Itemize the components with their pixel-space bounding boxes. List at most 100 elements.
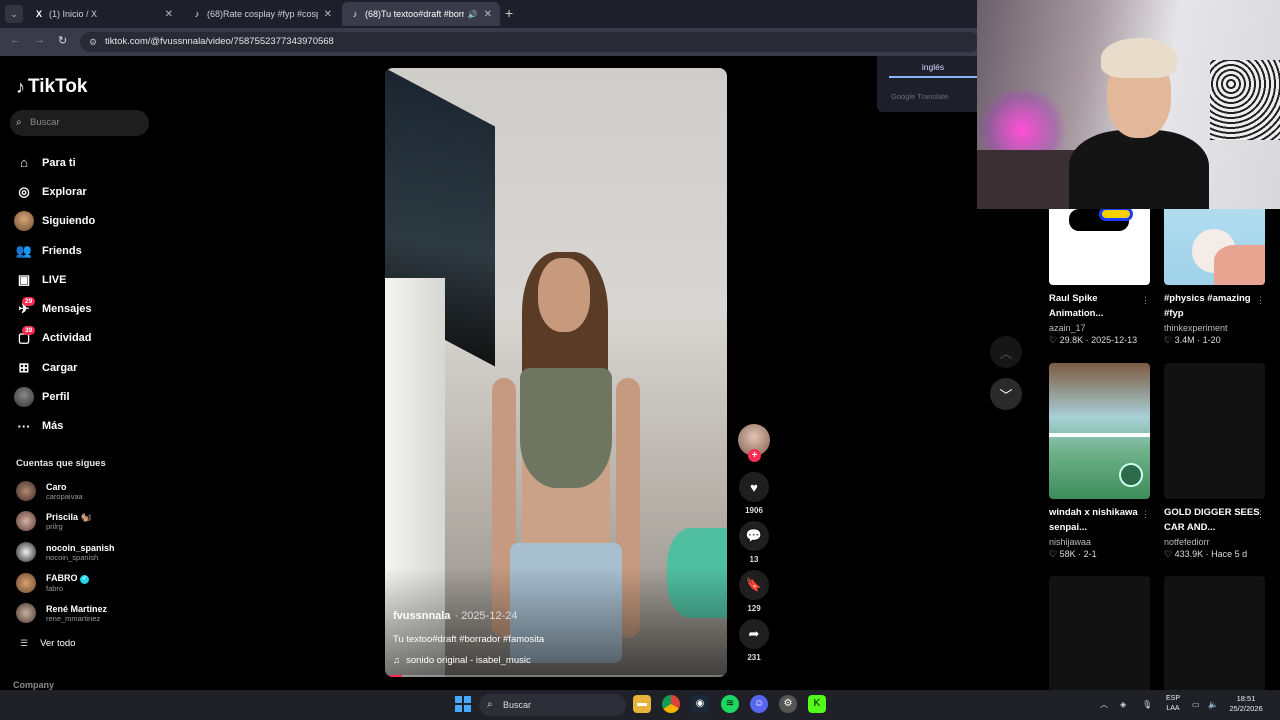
tray-chevron-icon[interactable]: ︿ — [1100, 690, 1108, 720]
close-icon[interactable]: ✕ — [165, 9, 173, 20]
recommended-card[interactable]: windah x nishikawa senpai... ⋮ nishijawa… — [1049, 363, 1150, 560]
chevron-up-icon: ︿ — [999, 345, 1013, 361]
video-progress-bar[interactable] — [385, 675, 727, 677]
share-count: 231 — [747, 653, 761, 662]
nav-item-siguiendo[interactable]: Siguiendo — [14, 207, 95, 236]
tiktok-logo[interactable]: ♪ TikTok — [16, 76, 87, 98]
search-icon: ⌕ — [16, 117, 22, 128]
video-author[interactable]: fvussnnala · 2025-12-24 — [393, 610, 517, 622]
close-icon[interactable]: ✕ — [484, 9, 492, 20]
forward-icon[interactable]: → — [34, 34, 45, 46]
following-account[interactable]: nocoin_spanish nocoin_spanish — [16, 539, 115, 565]
card-stats: ♡ 433.9K · Hace 5 d — [1164, 549, 1248, 559]
messages-badge: 29 — [22, 297, 36, 307]
previous-video-button[interactable]: ︿ — [990, 336, 1022, 368]
following-account[interactable]: Caro caropaivaa — [16, 478, 83, 504]
main-nav: ⌂ Para ti ◎ Explorar Siguiendo 👥 Friends… — [14, 148, 95, 441]
following-account[interactable]: Priscila 🐿️ prilrg — [16, 508, 92, 534]
nav-item-mas[interactable]: ··· Más — [14, 412, 95, 441]
avatar — [16, 481, 36, 501]
reload-icon[interactable]: ↻ — [58, 34, 67, 47]
card-author: thinkexperiment — [1164, 323, 1228, 333]
nav-item-perfil[interactable]: Perfil — [14, 382, 95, 411]
browser-tab-tiktok-active[interactable]: ♪ (68)Tu textoo#draft #borrad 🔊 ✕ — [342, 2, 500, 26]
close-icon[interactable]: ✕ — [324, 9, 332, 20]
speaker-icon[interactable]: 🔊 — [468, 10, 478, 19]
url-text: tiktok.com/@fvussnnala/video/75875523773… — [105, 36, 334, 47]
nav-item-friends[interactable]: 👥 Friends — [14, 236, 95, 265]
video-thumbnail[interactable] — [1049, 209, 1150, 285]
author-avatar[interactable]: + — [738, 424, 770, 462]
volume-icon[interactable]: 🔈 — [1208, 690, 1218, 720]
following-account[interactable]: René Martínez rene_mmartinez — [16, 600, 107, 626]
nav-item-live[interactable]: ▣ LIVE — [14, 265, 95, 294]
recommended-card[interactable]: #physics #amazing #fyp ⋮ thinkexperiment… — [1164, 209, 1265, 346]
nav-item-cargar[interactable]: ⊞ Cargar — [14, 353, 95, 382]
friends-icon: 👥 — [15, 242, 33, 258]
video-thumbnail[interactable] — [1164, 576, 1265, 690]
system-clock[interactable]: 18:51 25/2/2026 — [1224, 694, 1268, 714]
tiktok-note-icon: ♪ — [16, 76, 25, 97]
kick-icon[interactable]: K — [808, 695, 826, 713]
chevron-down-icon: ﹀ — [999, 387, 1013, 403]
video-thumbnail[interactable] — [1049, 363, 1150, 499]
video-description[interactable]: Tu textoo#draft #borrador #famosita — [393, 634, 544, 645]
input-language[interactable]: ESP LAA — [1164, 694, 1182, 714]
like-button[interactable]: ♥ — [739, 472, 769, 502]
taskbar-search[interactable]: ⌕ Buscar — [479, 694, 626, 716]
video-thumbnail[interactable] — [1164, 209, 1265, 285]
back-icon[interactable]: ← — [10, 34, 21, 46]
activity-icon: ▢ 39 — [14, 326, 36, 348]
recommended-panel: Raul Spike Animation... ⋮ azain_17 ♡ 29.… — [1049, 209, 1280, 690]
browser-tab-x[interactable]: X (1) Inicio / X ✕ — [26, 2, 181, 26]
network-icon[interactable]: ▭ — [1192, 690, 1200, 720]
video-music[interactable]: ♫ sonido original - isabel_music — [393, 655, 531, 666]
follow-plus-icon[interactable]: + — [748, 449, 761, 462]
app-icon[interactable]: ⚙ — [779, 695, 797, 713]
video-progress-fill — [385, 675, 403, 677]
avatar — [16, 603, 36, 623]
company-footer-link[interactable]: Company — [13, 680, 54, 690]
nav-item-mensajes[interactable]: ✈ 29 Mensajes — [14, 294, 95, 323]
recommended-card[interactable] — [1049, 576, 1150, 690]
following-account[interactable]: FABRO ✓ fabro — [16, 570, 90, 596]
new-tab-button[interactable]: + — [505, 5, 513, 21]
more-options-icon[interactable]: ⋮ — [1141, 509, 1150, 520]
see-all-link[interactable]: ☰ Ver todo — [20, 638, 75, 649]
windows-start-icon[interactable] — [455, 696, 471, 712]
video-player[interactable]: fvussnnala · 2025-12-24 Tu textoo#draft #… — [385, 68, 727, 677]
tray-app-icon[interactable]: ◈ — [1120, 690, 1126, 720]
discord-icon[interactable]: ☺ — [750, 695, 768, 713]
recommended-card[interactable]: GOLD DIGGER SEES CAR AND... ⋮ notfefedio… — [1164, 363, 1265, 560]
steam-icon[interactable]: ◉ — [691, 695, 709, 713]
more-options-icon[interactable]: ⋮ — [1141, 295, 1150, 306]
next-video-button[interactable]: ﹀ — [990, 378, 1022, 410]
more-options-icon[interactable]: ⋮ — [1256, 509, 1265, 520]
video-thumbnail[interactable] — [1049, 576, 1150, 690]
url-field[interactable]: ⚙ tiktok.com/@fvussnnala/video/758755237… — [80, 32, 980, 52]
file-explorer-icon[interactable]: ▬ — [633, 695, 651, 713]
save-button[interactable]: 🔖 — [739, 570, 769, 600]
nav-item-para-ti[interactable]: ⌂ Para ti — [14, 148, 95, 177]
spotify-icon[interactable]: ≋ — [721, 695, 739, 713]
recommended-card[interactable] — [1164, 576, 1265, 690]
comment-button[interactable]: 💬 — [739, 521, 769, 551]
nav-item-explorar[interactable]: ◎ Explorar — [14, 177, 95, 206]
chrome-icon[interactable] — [662, 695, 680, 713]
search-input[interactable]: ⌕ Buscar — [10, 110, 149, 136]
more-options-icon[interactable]: ⋮ — [1256, 295, 1265, 306]
site-settings-icon[interactable]: ⚙ — [89, 32, 97, 52]
nav-item-actividad[interactable]: ▢ 39 Actividad — [14, 324, 95, 353]
tab-search-button[interactable]: ⌄ — [5, 5, 23, 23]
recommended-card[interactable]: Raul Spike Animation... ⋮ azain_17 ♡ 29.… — [1049, 209, 1150, 346]
microphone-icon[interactable]: 🎙 — [1142, 690, 1152, 720]
browser-tab-tiktok-cosplay[interactable]: ♪ (68)Rate cosplay #fyp #cosplay ✕ — [184, 2, 340, 26]
share-button[interactable]: ➦ — [739, 619, 769, 649]
share-icon: ➦ — [748, 626, 760, 641]
video-thumbnail[interactable] — [1164, 363, 1265, 499]
avatar — [16, 573, 36, 593]
x-logo-icon: X — [35, 9, 42, 19]
heart-icon: ♡ — [1164, 549, 1173, 559]
upload-icon: ⊞ — [18, 359, 30, 375]
translate-language-tab[interactable]: inglés — [889, 62, 977, 78]
